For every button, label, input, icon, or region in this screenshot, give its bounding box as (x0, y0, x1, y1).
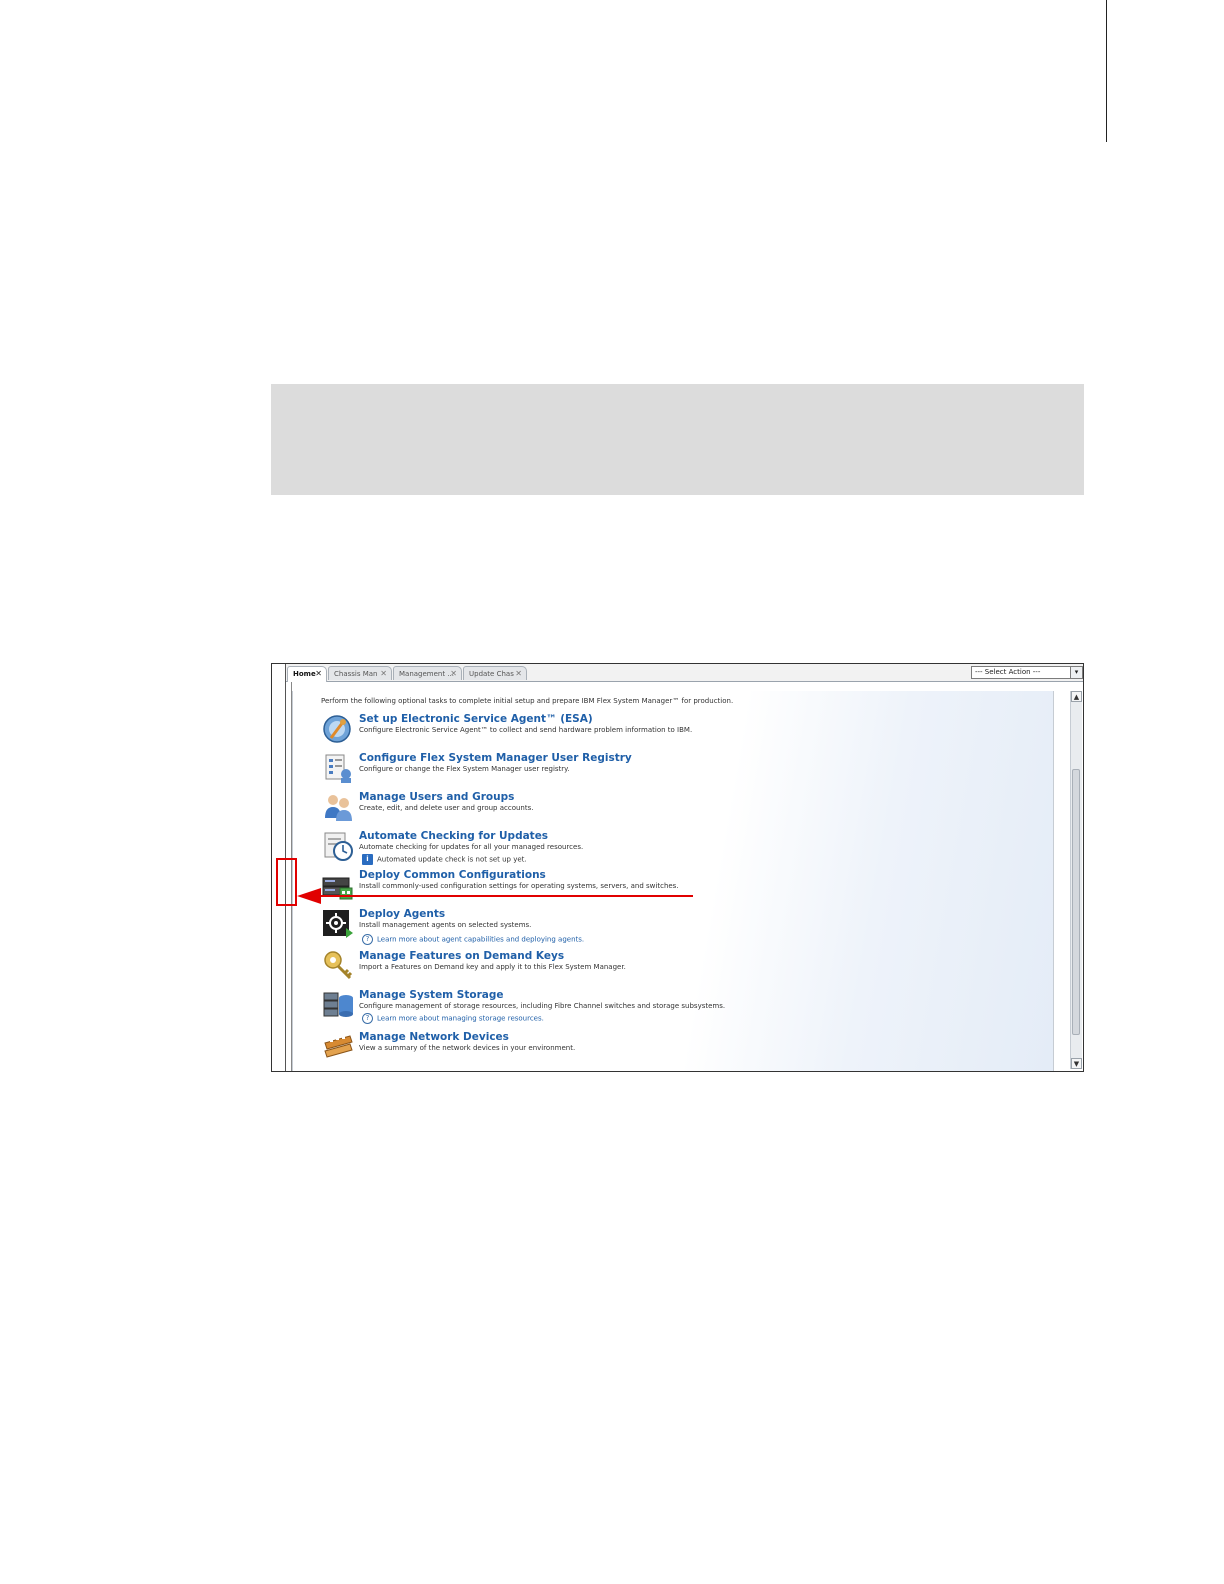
task-title-link[interactable]: Manage System Storage (359, 989, 503, 1001)
task-title-link[interactable]: Deploy Common Configurations (359, 869, 546, 881)
learn-more-text: Learn more about agent capabilities and … (377, 935, 585, 944)
select-action-dropdown[interactable]: --- Select Action --- ▾ (971, 666, 1083, 679)
task-title-link[interactable]: Manage Network Devices (359, 1031, 509, 1043)
tab-update-chas[interactable]: Update Chas ✕ (463, 666, 527, 680)
task-description: Create, edit, and delete user and group … (359, 804, 534, 812)
tab-label: Chassis Man (334, 670, 378, 678)
tab-home[interactable]: Home ✕ (287, 666, 327, 682)
close-icon[interactable]: ✕ (450, 667, 457, 681)
storage-icon[interactable] (322, 989, 354, 1021)
note-box (271, 384, 1084, 495)
task-description: Configure management of storage resource… (359, 1002, 726, 1010)
select-action-value: --- Select Action --- (975, 668, 1041, 676)
info-icon: i (362, 854, 373, 865)
task-title-link[interactable]: Configure Flex System Manager User Regis… (359, 752, 632, 764)
update-status-text: Automated update check is not set up yet… (377, 855, 527, 864)
close-icon[interactable]: ✕ (380, 667, 387, 681)
tab-label: Home (293, 670, 316, 678)
network-device-icon[interactable] (322, 1031, 354, 1063)
task-title-link[interactable]: Manage Features on Demand Keys (359, 950, 564, 962)
task-description: Install management agents on selected sy… (359, 921, 532, 929)
learn-more-text: Learn more about managing storage resour… (377, 1014, 544, 1023)
key-icon[interactable] (322, 950, 354, 982)
tab-bar: Home ✕ Chassis Man ✕ Management ... ✕ Up… (286, 664, 1083, 682)
task-description: Import a Features on Demand key and appl… (359, 963, 626, 971)
globe-wrench-icon[interactable] (322, 713, 354, 745)
task-title-link[interactable]: Automate Checking for Updates (359, 830, 548, 842)
task-description: Configure or change the Flex System Mana… (359, 765, 570, 773)
tab-chassis-man[interactable]: Chassis Man ✕ (328, 666, 392, 680)
initial-setup-panel: Perform the following optional tasks to … (292, 691, 1054, 1071)
task-title-link[interactable]: Deploy Agents (359, 908, 445, 920)
intro-text: Perform the following optional tasks to … (321, 697, 734, 705)
task-description: View a summary of the network devices in… (359, 1044, 576, 1052)
task-title-link[interactable]: Set up Electronic Service Agent™ (ESA) (359, 713, 593, 725)
screenshot-window: Home ✕ Chassis Man ✕ Management ... ✕ Up… (271, 663, 1084, 1072)
scroll-down-icon[interactable]: ▼ (1071, 1058, 1082, 1069)
scroll-up-icon[interactable]: ▲ (1071, 691, 1082, 702)
callout-arrow-icon (297, 888, 693, 904)
users-icon[interactable] (322, 791, 354, 823)
learn-more-storage-link[interactable]: ? Learn more about managing storage resou… (362, 1013, 544, 1024)
tab-label: Management ... (399, 670, 455, 678)
registry-icon[interactable] (322, 752, 354, 784)
help-icon: ? (362, 934, 373, 945)
task-description: Configure Electronic Service Agent™ to c… (359, 726, 693, 734)
agent-icon[interactable] (322, 908, 354, 940)
learn-more-agents-link[interactable]: ? Learn more about agent capabilities and… (362, 934, 584, 945)
clock-check-icon[interactable] (322, 830, 354, 862)
tab-label: Update Chas (469, 670, 514, 678)
close-icon[interactable]: ✕ (315, 667, 322, 681)
update-status-message: i Automated update check is not set up ye… (362, 854, 527, 865)
scroll-thumb[interactable] (1072, 769, 1080, 1035)
close-icon[interactable]: ✕ (515, 667, 522, 681)
vertical-scrollbar[interactable]: ▲ ▼ (1070, 691, 1082, 1069)
task-description: Automate checking for updates for all yo… (359, 843, 584, 851)
task-title-link[interactable]: Manage Users and Groups (359, 791, 514, 803)
top-right-rule (1106, 0, 1107, 142)
help-icon: ? (362, 1013, 373, 1024)
tab-management[interactable]: Management ... ✕ (393, 666, 462, 680)
chevron-down-icon[interactable]: ▾ (1070, 667, 1082, 678)
callout-highlight-box (276, 858, 297, 906)
